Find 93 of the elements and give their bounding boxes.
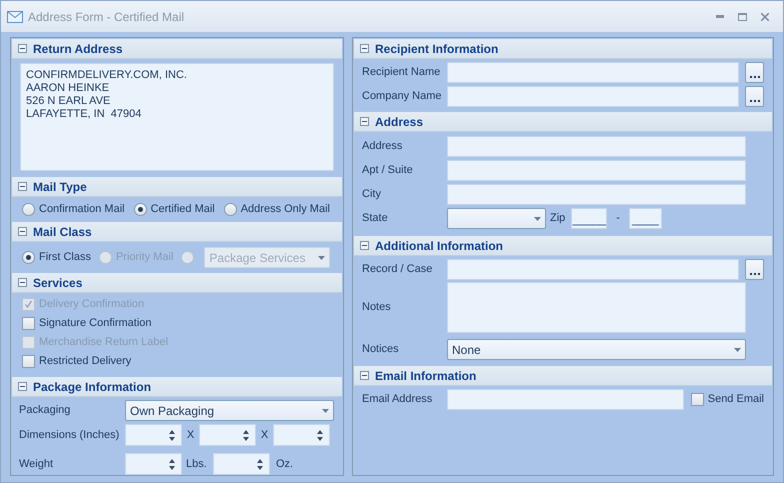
spin-arrows-icon[interactable] <box>169 458 175 470</box>
collapse-icon[interactable] <box>18 382 27 391</box>
section-title: Recipient Information <box>375 40 498 58</box>
window-title: Address Form - Certified Mail <box>28 8 184 26</box>
spin-arrows-icon[interactable] <box>243 430 249 440</box>
radio-label: Priority Mail <box>116 250 174 266</box>
dropdown[interactable]: None <box>447 339 746 360</box>
collapse-icon[interactable] <box>360 117 369 126</box>
radio-label: Certified Mail <box>150 202 215 217</box>
radio-button[interactable] <box>22 251 35 264</box>
checkbox-label: Delivery Confirmation <box>39 297 144 312</box>
field-label: Notices <box>362 342 400 358</box>
field-label: Company Name <box>362 89 442 104</box>
text-field[interactable] <box>447 160 746 181</box>
zip-separator: - <box>616 211 620 226</box>
dimension-separator: X <box>260 428 270 443</box>
collapse-icon[interactable] <box>18 182 27 191</box>
text-field[interactable] <box>447 62 740 83</box>
close-icon[interactable] <box>761 12 769 20</box>
email-field[interactable] <box>447 389 684 410</box>
field-label: Recipient Name <box>362 65 442 80</box>
field-label: Weight <box>19 456 54 472</box>
spin-field[interactable] <box>199 424 256 446</box>
envelope-icon <box>7 10 23 22</box>
maximize-icon[interactable] <box>738 12 747 20</box>
field-label: Dimensions (Inches) <box>19 428 120 443</box>
address-line: CONFIRMDELIVERY.COM, INC. <box>26 69 188 82</box>
field-label: Apt / Suite <box>362 163 414 178</box>
return-address-field[interactable]: CONFIRMDELIVERY.COM, INC. AARON HEINKE 526 N EARL AVE LAFAYETTE, IN 47904 <box>20 63 334 171</box>
text-field[interactable] <box>447 184 746 205</box>
radio-button[interactable] <box>134 202 147 216</box>
section-title: Mail Class <box>33 224 92 240</box>
collapse-icon[interactable] <box>360 44 369 53</box>
spin-arrows-icon[interactable] <box>169 430 175 440</box>
lookup-button[interactable] <box>745 259 764 280</box>
section-title: Mail Type <box>33 178 87 196</box>
address-line: LAFAYETTE, IN 47904 <box>26 108 142 121</box>
zip-extension-field[interactable]: ____ <box>628 208 662 229</box>
dropdown[interactable]: Own Packaging <box>125 400 334 421</box>
checkbox-label: Restricted Delivery <box>39 354 132 370</box>
text-field[interactable] <box>447 136 746 157</box>
section-title: Services <box>33 274 82 292</box>
field-label: Notes <box>362 300 392 316</box>
radio-label: First Class <box>39 250 91 266</box>
notes-field[interactable] <box>447 282 746 333</box>
collapse-icon[interactable] <box>18 227 27 236</box>
field-label: Record / Case <box>362 262 434 278</box>
field-label: State <box>362 211 389 226</box>
section-title: Address <box>375 114 424 130</box>
lookup-button[interactable] <box>745 86 764 107</box>
field-label: Address <box>362 139 404 154</box>
address-line: 526 N EARL AVE <box>26 95 112 108</box>
section-title: Package Information <box>33 378 152 396</box>
field-label: City <box>362 187 382 202</box>
section-title: Email Information <box>375 368 476 384</box>
dimension-separator: X <box>186 428 196 443</box>
field-label: Packaging <box>19 403 72 418</box>
checkbox-label: Signature Confirmation <box>39 316 152 332</box>
spin-field[interactable] <box>273 424 330 446</box>
checkbox-label: Merchandise Return Label <box>39 335 168 350</box>
dropdown[interactable] <box>447 208 546 229</box>
unit-label: Oz. <box>275 456 294 472</box>
checkbox[interactable] <box>22 355 35 368</box>
radio-label: Confirmation Mail <box>39 202 125 217</box>
radio-button[interactable] <box>22 202 35 216</box>
radio-label: Address Only Mail <box>240 202 330 217</box>
spin-field[interactable] <box>125 424 182 446</box>
text-field[interactable] <box>447 259 740 280</box>
zip-field[interactable]: _____ <box>571 208 608 229</box>
collapse-icon[interactable] <box>18 44 27 53</box>
radio-button[interactable] <box>224 202 237 216</box>
section-title: Return Address <box>33 40 123 58</box>
spin-arrows-icon[interactable] <box>317 430 323 440</box>
caret-icon <box>318 256 326 260</box>
text-field[interactable] <box>447 86 740 107</box>
collapse-icon[interactable] <box>360 241 369 250</box>
field-label: Email Address <box>362 392 434 408</box>
address-line: AARON HEINKE <box>26 82 110 95</box>
section-title: Additional Information <box>375 238 503 254</box>
checkbox-label: Send Email <box>708 392 764 408</box>
caret-icon <box>734 348 741 352</box>
unit-label: Lbs. <box>185 456 208 472</box>
spin-arrows-icon[interactable] <box>257 458 263 470</box>
spin-field[interactable] <box>125 453 182 475</box>
checkbox[interactable] <box>22 317 35 330</box>
collapse-icon[interactable] <box>360 371 369 380</box>
zip-label: Zip <box>550 211 566 226</box>
caret-icon <box>534 216 541 220</box>
collapse-icon[interactable] <box>18 278 27 287</box>
checkbox[interactable] <box>690 393 704 406</box>
lookup-button[interactable] <box>745 62 764 83</box>
caret-icon <box>322 408 329 412</box>
spin-field[interactable] <box>213 453 270 475</box>
